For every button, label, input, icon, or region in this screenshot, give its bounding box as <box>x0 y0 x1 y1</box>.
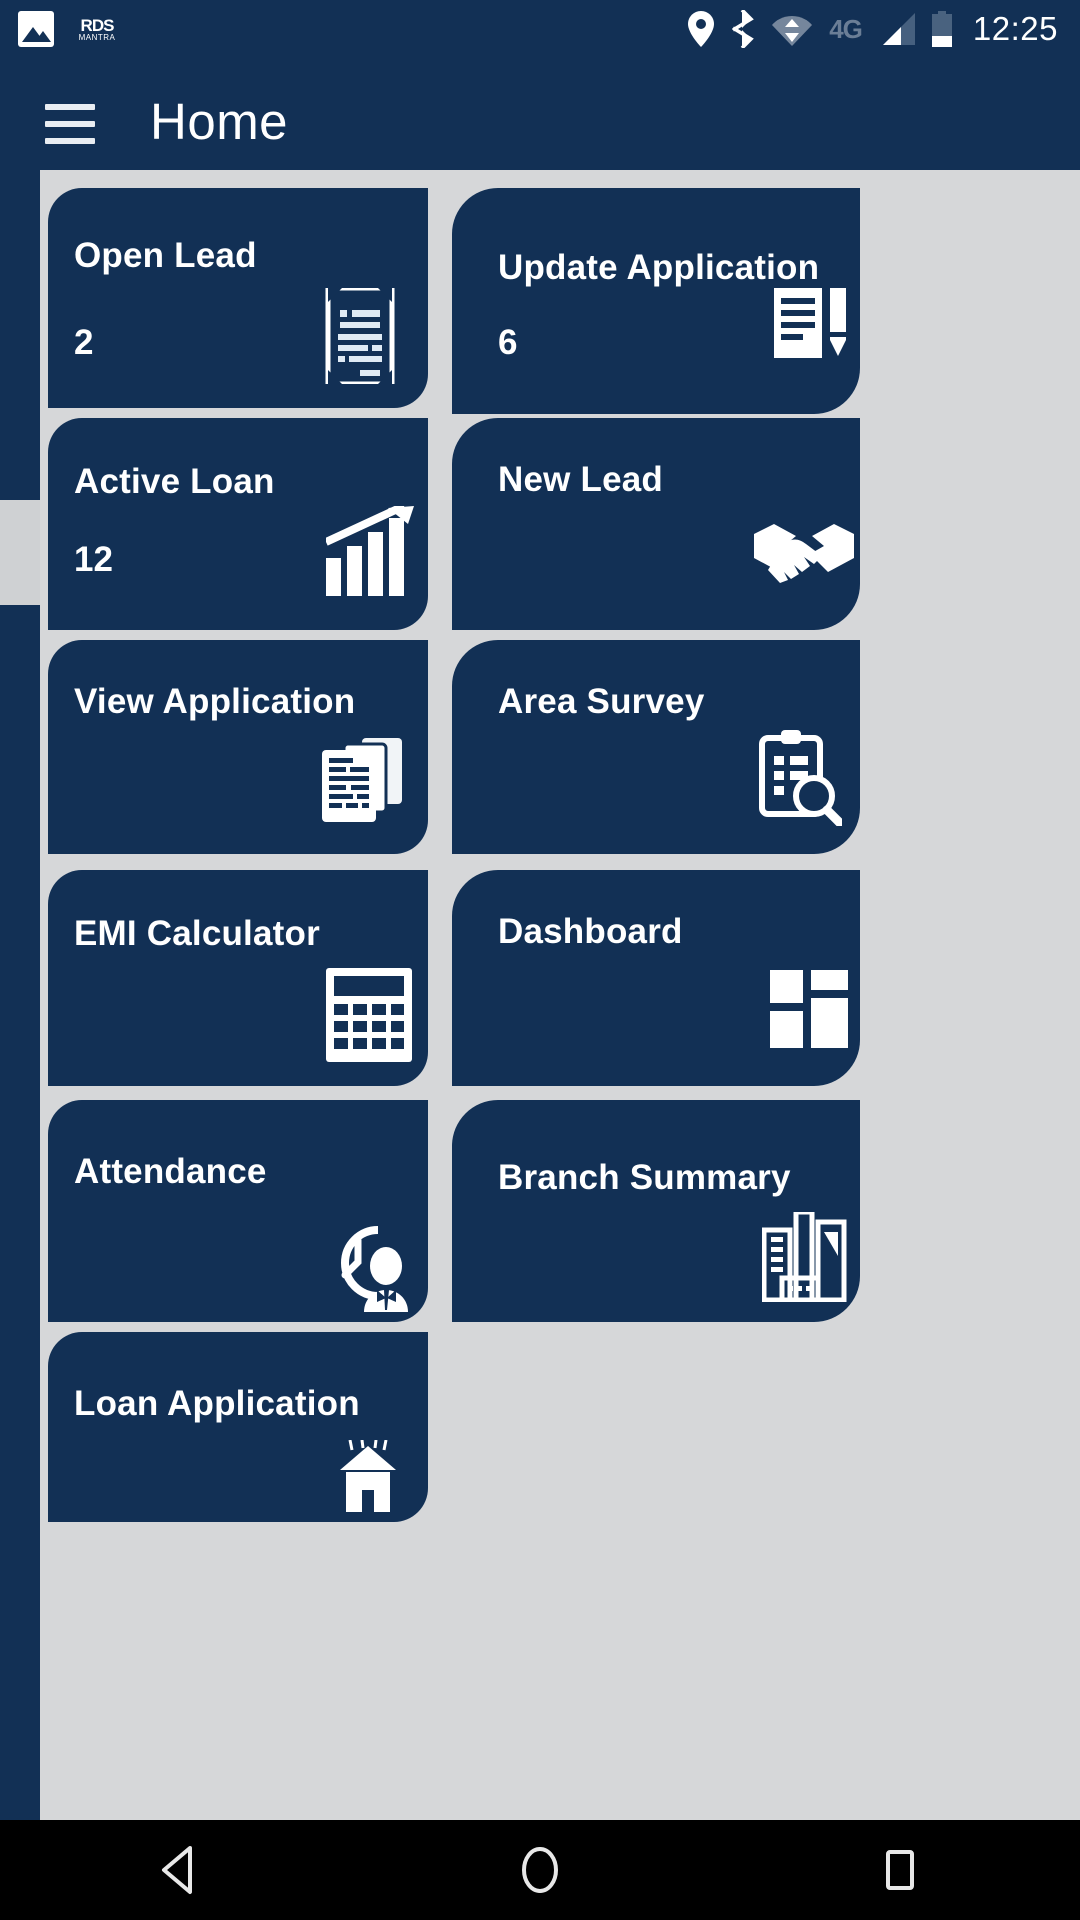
phone-screen: RDS MANTRA 4G 12:25 Home Open Lead 2 Upd… <box>0 0 1080 1920</box>
recents-square-icon <box>886 1850 914 1890</box>
tile-new-lead[interactable]: New Lead <box>452 418 860 630</box>
logo-line-2: MANTRA <box>78 32 116 42</box>
tile-count: 6 <box>498 323 518 362</box>
page-title: Home <box>150 93 289 150</box>
bluetooth-icon <box>732 10 755 48</box>
tile-loan-application[interactable]: Loan Application <box>48 1332 428 1522</box>
tile-title: Area Survey <box>498 682 705 721</box>
tile-title: New Lead <box>498 460 663 499</box>
stacked-documents-icon <box>322 738 402 822</box>
tile-title: Dashboard <box>498 912 683 951</box>
tile-title: Open Lead <box>74 236 257 275</box>
wifi-icon <box>772 16 813 46</box>
document-lines-icon <box>325 288 395 384</box>
location-pin-icon <box>688 11 715 47</box>
tile-active-loan[interactable]: Active Loan 12 <box>48 418 428 630</box>
tile-open-lead[interactable]: Open Lead 2 <box>48 188 428 408</box>
bar-chart-arrow-icon <box>326 506 414 596</box>
tile-title: View Application <box>74 682 356 721</box>
home-circle-icon <box>522 1847 558 1893</box>
back-triangle-icon <box>162 1846 192 1894</box>
tile-title: Loan Application <box>74 1384 360 1423</box>
status-bar: RDS MANTRA 4G 12:25 <box>0 0 1080 58</box>
tile-title: Attendance <box>74 1152 267 1191</box>
tile-update-application[interactable]: Update Application 6 <box>452 188 860 414</box>
tile-dashboard[interactable]: Dashboard <box>452 870 860 1086</box>
home-button[interactable] <box>480 1820 600 1920</box>
tile-title: Branch Summary <box>498 1158 791 1197</box>
battery-icon <box>931 11 952 47</box>
app-bar: Home <box>0 58 1080 170</box>
tile-emi-calculator[interactable]: EMI Calculator <box>48 870 428 1086</box>
logo-line-1: RDS <box>80 15 115 35</box>
photo-icon <box>18 11 54 47</box>
clipboard-search-icon <box>759 730 842 826</box>
tile-grid: Open Lead 2 Update Application 6 Active … <box>0 170 1080 1820</box>
calculator-icon <box>326 968 412 1062</box>
tile-count: 12 <box>74 540 113 579</box>
tile-title: Active Loan <box>74 462 275 501</box>
network-type-label: 4G <box>829 13 863 44</box>
back-button[interactable] <box>120 1820 240 1920</box>
handshake-icon <box>754 524 854 583</box>
tile-attendance[interactable]: Attendance <box>48 1100 428 1322</box>
tile-area-survey[interactable]: Area Survey <box>452 640 860 854</box>
buildings-icon <box>762 1212 847 1302</box>
status-bar-left: RDS MANTRA <box>0 9 126 49</box>
system-navigation-bar <box>0 1820 1080 1920</box>
tile-title: Update Application <box>498 248 820 287</box>
tile-view-application[interactable]: View Application <box>48 640 428 854</box>
clock-person-icon <box>341 1226 408 1312</box>
tile-branch-summary[interactable]: Branch Summary <box>452 1100 860 1322</box>
hamburger-menu-icon[interactable] <box>45 104 95 144</box>
signal-bars-icon <box>882 13 915 45</box>
tile-title: EMI Calculator <box>74 914 320 953</box>
house-icon <box>340 1440 396 1512</box>
tile-count: 2 <box>74 323 94 362</box>
dashboard-grid-icon <box>770 970 848 1048</box>
document-pencil-icon <box>774 288 846 358</box>
status-bar-right: 4G 12:25 <box>688 10 1080 48</box>
clock-label: 12:25 <box>972 10 1058 47</box>
rdc-mantra-logo: RDS MANTRA <box>68 9 126 49</box>
recents-button[interactable] <box>840 1820 960 1920</box>
